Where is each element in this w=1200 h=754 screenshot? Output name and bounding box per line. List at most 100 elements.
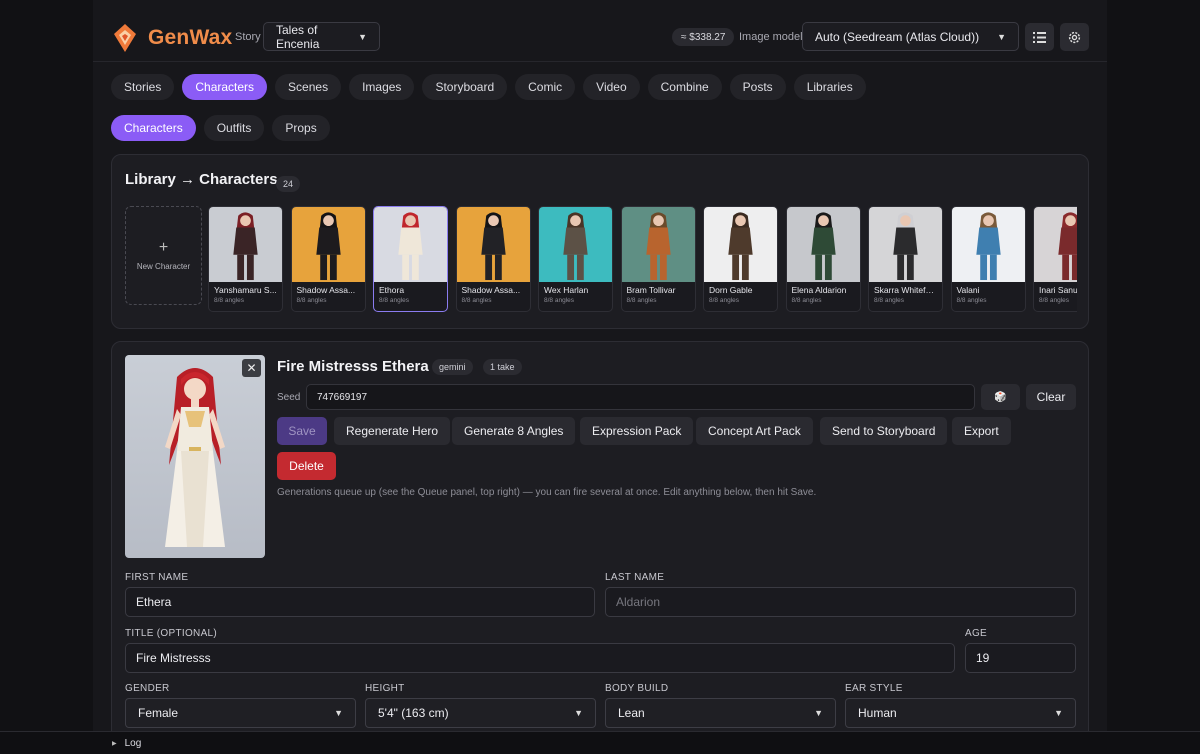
dice-icon: 🎲: [994, 391, 1007, 403]
character-thumbnail: [1034, 207, 1077, 282]
character-carousel[interactable]: Yanshamaru S... 8/8 angles Shadow Assa... 8…: [208, 206, 1077, 312]
height-select[interactable]: 5'4" (163 cm) ▼: [365, 698, 596, 728]
character-card[interactable]: Skarra Whitefa... 8/8 angles: [868, 206, 943, 312]
character-card-name: Skarra Whitefa...: [874, 285, 938, 295]
subtab-outfits[interactable]: Outfits: [203, 115, 265, 141]
title-label: TITLE (OPTIONAL): [125, 628, 218, 639]
character-thumbnail: [209, 207, 282, 282]
export-button[interactable]: Export: [952, 417, 1011, 445]
hero-portrait-image: ✕: [125, 355, 265, 558]
new-character-button[interactable]: + New Character: [125, 206, 202, 305]
gender-value: Female: [138, 706, 179, 720]
story-label: Story: [235, 31, 261, 43]
expression-pack-button[interactable]: Expression Pack: [580, 417, 694, 445]
remove-image-button[interactable]: ✕: [242, 359, 261, 377]
tab-libraries[interactable]: Libraries: [793, 74, 866, 100]
character-thumbnail: [869, 207, 942, 282]
generate-angles-button[interactable]: Generate 8 Angles: [452, 417, 576, 445]
provider-badge: gemini: [432, 359, 473, 375]
tab-characters[interactable]: Characters: [182, 74, 268, 100]
age-label: AGE: [965, 628, 988, 639]
character-name-title: Fire Mistresss Ethera: [277, 358, 429, 375]
character-card-name: Yanshamaru S...: [214, 285, 277, 295]
character-card-angles: 8/8 angles: [626, 297, 657, 304]
story-select[interactable]: Tales of Encenia ▼: [263, 22, 380, 51]
character-card[interactable]: Inari Sanu... 8/8 angles: [1033, 206, 1077, 312]
ear-style-select[interactable]: Human ▼: [845, 698, 1076, 728]
character-thumbnail: [786, 207, 860, 282]
chevron-down-icon: ▼: [1054, 708, 1063, 718]
character-card[interactable]: Dorn Gable 8/8 angles: [703, 206, 778, 312]
image-model-select[interactable]: Auto (Seedream (Atlas Cloud)) ▼: [802, 22, 1019, 51]
gender-select[interactable]: Female ▼: [125, 698, 356, 728]
character-card[interactable]: Wex Harlan 8/8 angles: [538, 206, 613, 312]
character-thumbnail: [621, 207, 695, 282]
send-to-storyboard-button[interactable]: Send to Storyboard: [820, 417, 948, 445]
queue-hint-text: Generations queue up (see the Queue pane…: [277, 487, 817, 498]
character-card-name: Ethora: [379, 285, 405, 295]
gear-icon: [1068, 31, 1081, 43]
chevron-down-icon: ▼: [358, 31, 367, 42]
age-field[interactable]: 19: [965, 643, 1076, 673]
character-thumbnail: [291, 207, 365, 282]
chevron-down-icon: ▼: [334, 708, 343, 718]
character-card-angles: 8/8 angles: [544, 297, 574, 304]
character-card[interactable]: Valani 8/8 angles: [950, 206, 1026, 312]
clear-seed-button[interactable]: Clear: [1026, 384, 1076, 410]
queue-list-button[interactable]: [1025, 23, 1054, 51]
gender-label: GENDER: [125, 683, 170, 694]
image-model-label: Image model: [739, 31, 803, 43]
body-build-select[interactable]: Lean ▼: [605, 698, 836, 728]
character-card-name: Valani: [956, 285, 980, 295]
chevron-down-icon: ▼: [574, 708, 583, 718]
tab-comic[interactable]: Comic: [515, 74, 576, 100]
log-label: Log: [124, 737, 142, 749]
subtab-characters[interactable]: Characters: [111, 115, 196, 141]
character-card[interactable]: Elena Aldarion 8/8 angles: [785, 206, 861, 312]
settings-button[interactable]: [1060, 23, 1089, 51]
plus-icon: +: [158, 239, 169, 256]
title-field[interactable]: Fire Mistresss: [125, 643, 955, 673]
subtab-props[interactable]: Props: [272, 115, 330, 141]
tab-combine[interactable]: Combine: [647, 74, 722, 100]
top-header: GenWax Story Tales of Encenia ▼ ≈ $338.2…: [93, 0, 1107, 62]
tab-storyboard[interactable]: Storyboard: [422, 74, 508, 100]
character-card-name: Dorn Gable: [709, 285, 753, 295]
random-seed-button[interactable]: 🎲: [981, 384, 1020, 410]
character-card-name: Shadow Assa...: [296, 285, 356, 295]
tab-scenes[interactable]: Scenes: [275, 74, 342, 100]
concept-art-pack-button[interactable]: Concept Art Pack: [696, 417, 813, 445]
character-card-name: Inari Sanu...: [1039, 285, 1077, 295]
library-title: Library → Characters: [125, 171, 278, 188]
character-card[interactable]: Ethora 8/8 angles: [373, 206, 448, 312]
character-thumbnail: [951, 207, 1025, 282]
seed-input[interactable]: 747669197: [306, 384, 975, 410]
log-bar[interactable]: ▶ Log: [0, 731, 1200, 754]
first-name-field[interactable]: Ethera: [125, 587, 595, 617]
last-name-field[interactable]: Aldarion: [605, 587, 1076, 617]
library-panel: Library → Characters 24 + New Character …: [111, 154, 1089, 329]
regenerate-hero-button[interactable]: Regenerate Hero: [334, 417, 451, 445]
character-card[interactable]: Bram Tollivar 8/8 angles: [620, 206, 696, 312]
tab-posts[interactable]: Posts: [729, 74, 786, 100]
character-card[interactable]: Yanshamaru S... 8/8 angles: [208, 206, 283, 312]
character-card[interactable]: Shadow Assa... 8/8 angles: [290, 206, 366, 312]
cost-badge: ≈ $338.27: [672, 28, 735, 46]
character-card-angles: 8/8 angles: [874, 297, 904, 304]
list-icon: [1033, 31, 1046, 43]
tab-video[interactable]: Video: [583, 74, 640, 100]
ear-style-value: Human: [858, 706, 897, 720]
save-button[interactable]: Save: [277, 417, 327, 445]
character-card-name: Shadow Assa...: [461, 285, 521, 295]
delete-button[interactable]: Delete: [277, 452, 336, 480]
character-card-name: Bram Tollivar: [626, 285, 676, 295]
tab-images[interactable]: Images: [349, 74, 415, 100]
character-card-angles: 8/8 angles: [214, 297, 244, 304]
genwax-logo-icon: [114, 24, 136, 52]
takes-badge: 1 take: [483, 359, 522, 375]
tab-stories[interactable]: Stories: [111, 74, 175, 100]
main-tabs: Stories Characters Scenes Images Storybo…: [111, 74, 866, 100]
character-card-angles: 8/8 angles: [709, 297, 739, 304]
character-card[interactable]: Shadow Assa... 8/8 angles: [455, 206, 531, 312]
character-card-angles: 8/8 angles: [791, 297, 822, 304]
